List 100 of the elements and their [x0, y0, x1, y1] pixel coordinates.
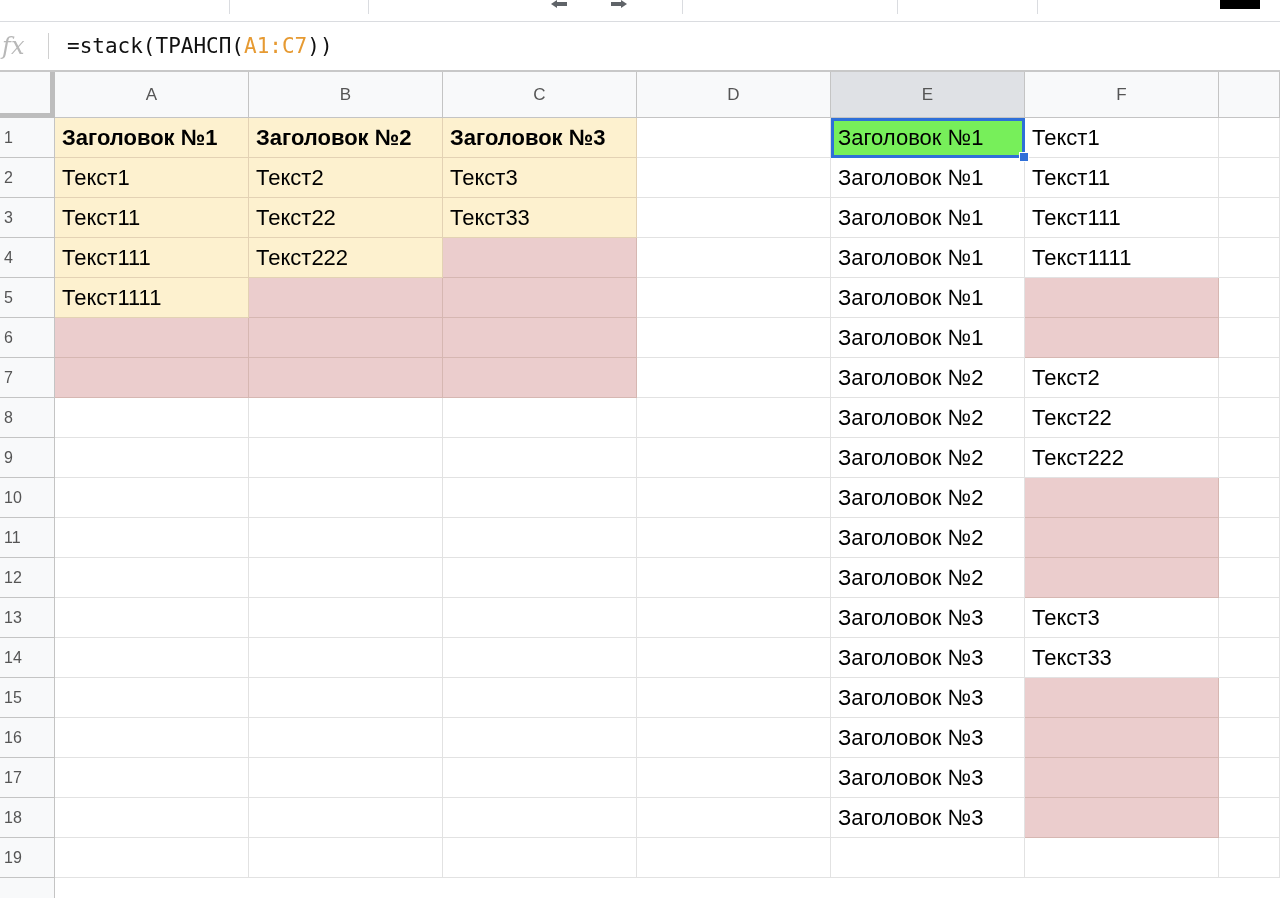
table-cell[interactable]	[1025, 318, 1219, 358]
table-cell[interactable]: Заголовок №2	[249, 118, 443, 158]
table-cell[interactable]	[443, 758, 637, 798]
table-cell[interactable]	[443, 238, 637, 278]
row-header[interactable]: 3	[0, 198, 55, 238]
column-header[interactable]: D	[637, 72, 831, 118]
select-all-corner[interactable]	[0, 72, 55, 118]
table-cell[interactable]	[637, 598, 831, 638]
table-cell[interactable]	[443, 478, 637, 518]
table-cell[interactable]	[637, 638, 831, 678]
table-cell[interactable]	[249, 758, 443, 798]
table-cell[interactable]	[55, 758, 249, 798]
table-cell[interactable]	[249, 438, 443, 478]
table-cell[interactable]	[1219, 278, 1280, 318]
table-cell[interactable]	[637, 438, 831, 478]
table-cell[interactable]	[1219, 438, 1280, 478]
table-cell[interactable]	[637, 158, 831, 198]
table-cell[interactable]	[55, 638, 249, 678]
table-cell[interactable]: Заголовок №2	[831, 398, 1025, 438]
table-cell[interactable]	[55, 558, 249, 598]
table-cell[interactable]	[249, 358, 443, 398]
table-cell[interactable]: Заголовок №2	[831, 358, 1025, 398]
table-cell[interactable]	[443, 678, 637, 718]
fill-handle[interactable]	[1019, 152, 1029, 162]
table-cell[interactable]	[637, 678, 831, 718]
row-header[interactable]: 16	[0, 718, 55, 758]
table-cell[interactable]	[1025, 678, 1219, 718]
table-cell[interactable]	[1025, 838, 1219, 878]
table-cell[interactable]	[1025, 518, 1219, 558]
table-cell[interactable]	[637, 838, 831, 878]
row-header[interactable]: 9	[0, 438, 55, 478]
table-cell[interactable]	[1219, 398, 1280, 438]
table-cell[interactable]	[443, 558, 637, 598]
table-cell[interactable]	[55, 678, 249, 718]
table-cell[interactable]	[443, 718, 637, 758]
table-cell[interactable]	[637, 758, 831, 798]
table-cell[interactable]: Текст1	[55, 158, 249, 198]
table-cell[interactable]	[249, 318, 443, 358]
table-cell[interactable]: Текст33	[1025, 638, 1219, 678]
row-header[interactable]: 2	[0, 158, 55, 198]
row-header[interactable]: 12	[0, 558, 55, 598]
table-cell[interactable]	[55, 718, 249, 758]
table-cell[interactable]: Текст22	[249, 198, 443, 238]
table-cell[interactable]	[1219, 678, 1280, 718]
row-header[interactable]: 10	[0, 478, 55, 518]
table-cell[interactable]: Текст222	[249, 238, 443, 278]
table-cell[interactable]	[249, 558, 443, 598]
table-cell[interactable]	[1219, 238, 1280, 278]
table-cell[interactable]	[1025, 478, 1219, 518]
row-header[interactable]: 7	[0, 358, 55, 398]
table-cell[interactable]	[249, 278, 443, 318]
table-cell[interactable]	[1219, 798, 1280, 838]
table-cell[interactable]	[1025, 278, 1219, 318]
table-cell[interactable]	[55, 478, 249, 518]
table-cell[interactable]	[55, 798, 249, 838]
table-cell[interactable]: Текст1111	[1025, 238, 1219, 278]
table-cell[interactable]	[637, 318, 831, 358]
table-cell[interactable]	[443, 798, 637, 838]
column-header[interactable]: A	[55, 72, 249, 118]
table-cell[interactable]	[637, 198, 831, 238]
table-cell[interactable]: Текст2	[1025, 358, 1219, 398]
column-header[interactable]: B	[249, 72, 443, 118]
table-cell[interactable]: Текст111	[1025, 198, 1219, 238]
table-cell[interactable]: Заголовок №3	[831, 598, 1025, 638]
row-header[interactable]: 5	[0, 278, 55, 318]
table-cell[interactable]: Заголовок №3	[831, 798, 1025, 838]
table-cell[interactable]: Текст22	[1025, 398, 1219, 438]
table-cell[interactable]	[443, 318, 637, 358]
table-cell[interactable]	[249, 678, 443, 718]
table-cell[interactable]	[1025, 558, 1219, 598]
table-cell[interactable]	[1219, 478, 1280, 518]
table-cell[interactable]	[831, 838, 1025, 878]
table-cell[interactable]	[637, 718, 831, 758]
table-cell[interactable]	[1219, 718, 1280, 758]
table-cell[interactable]	[443, 518, 637, 558]
row-header[interactable]: 11	[0, 518, 55, 558]
column-header[interactable]: E	[831, 72, 1025, 118]
table-cell[interactable]: Заголовок №1	[831, 318, 1025, 358]
table-cell[interactable]: Заголовок №1	[831, 238, 1025, 278]
row-header[interactable]: 17	[0, 758, 55, 798]
table-cell[interactable]: Заголовок №2	[831, 438, 1025, 478]
row-header[interactable]: 6	[0, 318, 55, 358]
table-cell[interactable]: Заголовок №1	[831, 198, 1025, 238]
formula-field[interactable]: =stack(ТРАНСП(A1:C7))	[67, 34, 333, 58]
table-cell[interactable]: Заголовок №3	[831, 678, 1025, 718]
table-cell[interactable]: Заголовок №2	[831, 558, 1025, 598]
table-cell[interactable]	[443, 598, 637, 638]
table-cell[interactable]	[249, 398, 443, 438]
table-cell[interactable]	[1219, 118, 1280, 158]
table-cell[interactable]	[1219, 158, 1280, 198]
table-cell[interactable]: Текст111	[55, 238, 249, 278]
table-cell[interactable]: Текст222	[1025, 438, 1219, 478]
table-cell[interactable]: Текст11	[55, 198, 249, 238]
table-cell[interactable]	[1219, 198, 1280, 238]
table-cell[interactable]	[637, 478, 831, 518]
table-cell[interactable]: Текст11	[1025, 158, 1219, 198]
row-header[interactable]: 1	[0, 118, 55, 158]
row-header[interactable]: 15	[0, 678, 55, 718]
row-header[interactable]: 14	[0, 638, 55, 678]
table-cell[interactable]	[55, 438, 249, 478]
